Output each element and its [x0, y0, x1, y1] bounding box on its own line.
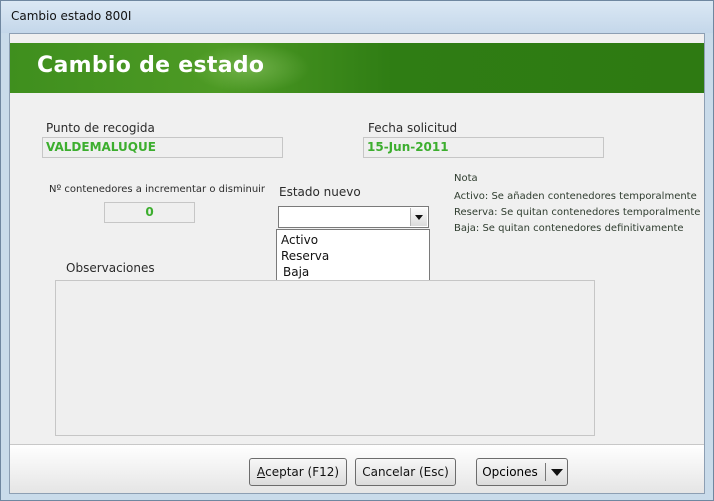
- option-activo[interactable]: Activo: [281, 233, 318, 247]
- contenedores-field[interactable]: 0: [104, 202, 195, 223]
- nota-line-baja: Baja: Se quitan contenedores definitivam…: [454, 223, 684, 234]
- contenedores-label: Nº contenedores a incrementar o disminui…: [49, 184, 266, 195]
- header-banner: Cambio de estado: [10, 43, 704, 93]
- button-bar: Aceptar (F12) Cancelar (Esc) Opciones: [10, 444, 704, 493]
- cancelar-button[interactable]: Cancelar (Esc): [355, 458, 456, 486]
- window-title: Cambio estado 800I: [11, 9, 132, 23]
- opciones-button[interactable]: Opciones: [477, 459, 543, 485]
- caret-down-icon[interactable]: [547, 459, 567, 485]
- page-title: Cambio de estado: [37, 53, 265, 78]
- punto-field[interactable]: VALDEMALUQUE: [42, 137, 283, 158]
- aceptar-mnemonic: A: [256, 465, 266, 479]
- opciones-label: pciones: [491, 465, 538, 479]
- option-baja[interactable]: Baja: [283, 265, 309, 279]
- nota-line-activo: Activo: Se añaden contenedores temporalm…: [454, 191, 697, 202]
- aceptar-label: ceptar (F12): [265, 465, 340, 479]
- split-divider: [545, 463, 546, 481]
- nota-line-reserva: Reserva: Se quitan contenedores temporal…: [454, 207, 701, 218]
- aceptar-button[interactable]: Aceptar (F12): [249, 458, 347, 486]
- option-reserva[interactable]: Reserva: [281, 249, 329, 263]
- observaciones-textarea[interactable]: [55, 280, 595, 436]
- cancelar-label: Cancelar (Esc): [362, 465, 449, 479]
- estado-select[interactable]: [278, 206, 429, 228]
- fecha-label: Fecha solicitud: [368, 121, 458, 135]
- punto-label: Punto de recogida: [46, 121, 155, 135]
- chevron-down-icon[interactable]: [410, 208, 427, 226]
- opciones-split-button[interactable]: Opciones: [476, 458, 568, 486]
- nota-title: Nota: [454, 173, 478, 184]
- estado-dropdown-list: Activo Reserva Baja: [276, 229, 430, 281]
- dialog-window: Cambio estado 800I Cambio de estado Punt…: [0, 0, 714, 501]
- estado-label: Estado nuevo: [279, 185, 361, 199]
- dialog-client: Cambio de estado Punto de recogida VALDE…: [9, 33, 705, 494]
- fecha-field[interactable]: 15-Jun-2011: [363, 137, 604, 158]
- observaciones-label: Observaciones: [66, 261, 155, 275]
- title-bar[interactable]: Cambio estado 800I: [1, 1, 713, 33]
- opciones-mnemonic: O: [482, 465, 492, 479]
